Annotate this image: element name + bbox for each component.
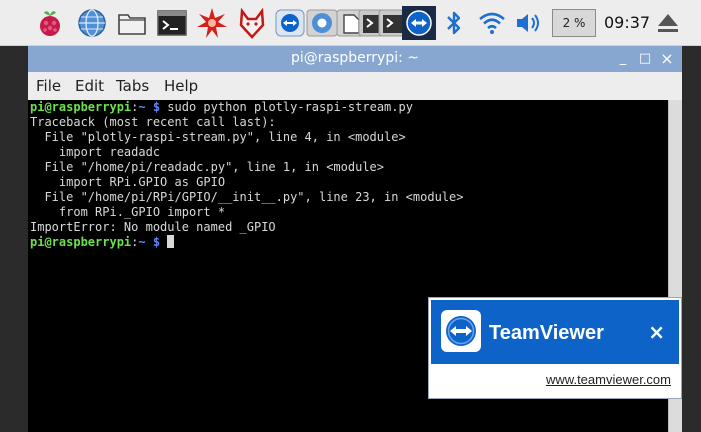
output-line: import readadc bbox=[30, 145, 161, 159]
menu-tabs[interactable]: Tabs bbox=[116, 77, 149, 95]
minimize-button[interactable]: _ bbox=[614, 50, 632, 68]
raspberry-menu-icon[interactable] bbox=[34, 7, 66, 39]
clock[interactable]: 09:37 bbox=[604, 13, 650, 32]
teamviewer-taskbar-icon[interactable] bbox=[274, 7, 306, 39]
prompt-user: pi@raspberrypi bbox=[30, 100, 132, 114]
teamviewer-close-button[interactable]: × bbox=[648, 320, 665, 344]
teamviewer-header: TeamViewer × bbox=[431, 300, 679, 364]
volume-icon[interactable] bbox=[514, 11, 544, 39]
prompt-path: ~ $ bbox=[138, 235, 161, 249]
command-text: sudo python plotly-raspi-stream.py bbox=[160, 100, 413, 114]
prompt-path: ~ $ bbox=[138, 100, 161, 114]
window-title: pi@raspberrypi: ~ bbox=[290, 50, 420, 66]
wolfram-wolf-icon[interactable] bbox=[236, 7, 268, 39]
output-line: import RPi.GPIO as GPIO bbox=[30, 175, 226, 189]
output-line: Traceback (most recent call last): bbox=[30, 115, 276, 129]
teamviewer-logo-icon bbox=[441, 310, 481, 352]
menu-help[interactable]: Help bbox=[164, 77, 198, 95]
terminal-icon[interactable] bbox=[156, 7, 188, 39]
close-button[interactable]: × bbox=[658, 50, 676, 68]
teamviewer-active-taskbar-icon[interactable] bbox=[402, 6, 436, 40]
bluetooth-icon[interactable] bbox=[444, 9, 464, 41]
chromium-taskbar-icon[interactable] bbox=[306, 7, 338, 39]
math-kernel-burst-icon[interactable] bbox=[196, 7, 228, 39]
menu-edit[interactable]: Edit bbox=[75, 77, 104, 95]
teamviewer-name-text: TeamViewer bbox=[489, 322, 604, 344]
teamviewer-website-link[interactable]: www.teamviewer.com bbox=[546, 372, 671, 387]
cpu-usage-label: 2 % bbox=[562, 16, 586, 30]
menu-file[interactable]: File bbox=[36, 77, 61, 95]
eject-icon[interactable] bbox=[656, 11, 680, 39]
top-panel: 2 % 09:37 bbox=[0, 0, 701, 46]
command-line: pi@raspberrypi:~ $ sudo python plotly-ra… bbox=[30, 100, 413, 114]
teamviewer-popup: TeamViewer × www.teamviewer.com bbox=[428, 297, 682, 399]
output-line: File "/home/pi/RPi/GPIO/__init__.py", li… bbox=[30, 190, 464, 204]
cpu-monitor[interactable]: 2 % bbox=[552, 9, 596, 37]
current-prompt-line: pi@raspberrypi:~ $ bbox=[30, 235, 175, 249]
text-cursor bbox=[167, 235, 175, 248]
output-line: from RPi._GPIO import * bbox=[30, 205, 226, 219]
prompt-user: pi@raspberrypi bbox=[30, 235, 132, 249]
file-manager-folder-icon[interactable] bbox=[116, 7, 148, 39]
web-browser-globe-icon[interactable] bbox=[76, 7, 108, 39]
output-line: File "plotly-raspi-stream.py", line 4, i… bbox=[30, 130, 406, 144]
output-line: File "/home/pi/readadc.py", line 1, in <… bbox=[30, 160, 385, 174]
maximize-button[interactable]: □ bbox=[636, 50, 654, 68]
wifi-icon[interactable] bbox=[478, 10, 506, 40]
teamviewer-name: TeamViewer bbox=[489, 322, 604, 345]
menu-bar: File Edit Tabs Help bbox=[28, 72, 682, 101]
window-titlebar[interactable]: pi@raspberrypi: ~ _ □ × bbox=[28, 46, 682, 72]
output-line: ImportError: No module named _GPIO bbox=[30, 220, 276, 234]
